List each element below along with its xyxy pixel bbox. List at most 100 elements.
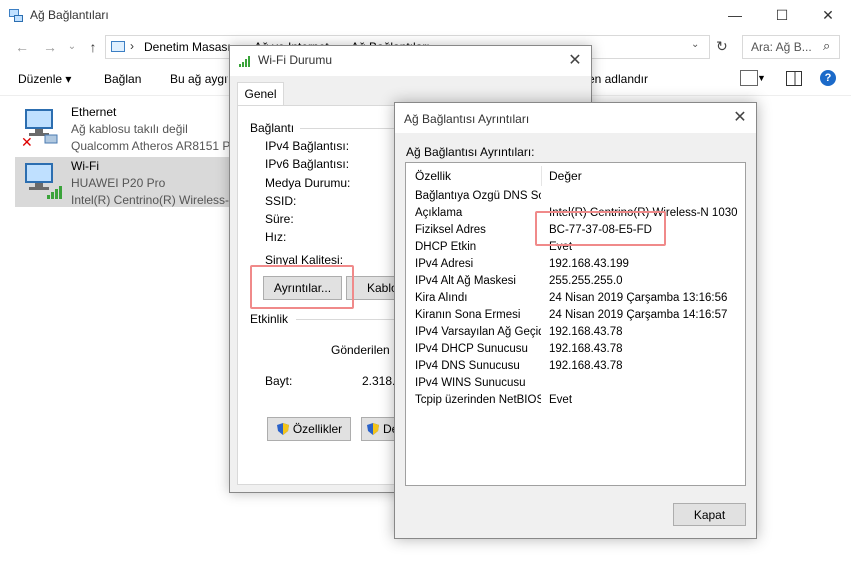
disable-button[interactable]: Devre Dışı Bırak [361, 417, 395, 441]
window-title: Ağ Bağlantıları [30, 8, 109, 22]
table-row[interactable]: Kira Alındı 24 Nisan 2019 Çarşamba 13:16:… [406, 291, 745, 308]
ethernet-adapter-icon: ✕ [21, 109, 58, 147]
view-options-icon[interactable] [740, 70, 758, 86]
search-input[interactable]: Ara: Ağ B... ⌕ [742, 35, 840, 59]
search-icon: ⌕ [823, 38, 831, 53]
bytes-label: Bayt: [265, 374, 293, 388]
signal-bars-icon [239, 56, 250, 67]
wifi-adapter-icon [25, 163, 62, 199]
preview-pane-icon[interactable] [786, 71, 802, 86]
connection-name: Ethernet [71, 105, 117, 119]
activity-group-label: Etkinlik [250, 312, 289, 326]
value-cell: 24 Nisan 2019 Çarşamba 14:16:57 [549, 309, 728, 321]
table-row[interactable]: IPv4 Varsayılan Ağ Geçidi 192.168.43.78 [406, 325, 745, 342]
speed-label: Hız: [265, 230, 287, 244]
tab-general[interactable]: Genel [237, 82, 284, 106]
status-bar [0, 556, 851, 567]
property-cell: DHCP Etkin [415, 241, 477, 253]
properties-button[interactable]: Özellikler [267, 417, 351, 441]
property-cell: Tcpip üzerinden NetBIOS Etkin [415, 394, 541, 406]
rename-button[interactable]: Bu bağlantıyı yeniden adlandır [592, 72, 648, 86]
property-cell: Kira Alındı [415, 292, 468, 304]
up-arrow-icon[interactable]: ↑ [83, 37, 103, 57]
highlight-box-details [250, 265, 354, 309]
column-header-value[interactable]: Değer [549, 169, 582, 183]
value-cell: Evet [549, 394, 573, 406]
connection-name: Wi-Fi [71, 159, 99, 173]
column-separator [541, 166, 542, 186]
dialog-title-bar: Ağ Bağlantısı Ayrıntıları ✕ [395, 103, 756, 133]
network-folder-icon [9, 9, 23, 22]
address-dropdown-icon[interactable]: ⌄ [691, 39, 699, 50]
value-cell: 192.168.43.199 [549, 258, 629, 270]
table-row[interactable]: IPv4 DNS Sunucusu 192.168.43.78 [406, 359, 745, 376]
property-cell: Açıklama [415, 207, 463, 219]
help-icon[interactable]: ? [820, 70, 836, 86]
bytes-sent-value: 2.318. [362, 374, 396, 388]
dialog-title: Wi-Fi Durumu [258, 53, 332, 67]
table-row[interactable]: IPv4 Alt Ağ Maskesi 255.255.255.0 [406, 274, 745, 291]
recent-chevron-icon[interactable]: ⌄ [62, 37, 82, 57]
maximize-button[interactable]: ☐ [759, 0, 805, 30]
value-cell: 255.255.255.0 [549, 275, 623, 287]
property-cell: IPv4 WINS Sunucusu [415, 377, 526, 389]
highlight-box-mac [535, 211, 666, 246]
table-row[interactable]: IPv4 DHCP Sunucusu 192.168.43.78 [406, 342, 745, 359]
value-cell: 192.168.43.78 [549, 360, 623, 372]
connection-status: Ağ kablosu takılı değil [71, 122, 188, 136]
value-cell: 192.168.43.78 [549, 326, 623, 338]
property-cell: IPv4 Alt Ağ Maskesi [415, 275, 516, 287]
ssid-label: SSID: [265, 194, 297, 208]
media-state-label: Medya Durumu: [265, 176, 351, 190]
svg-text:✕: ✕ [21, 135, 33, 147]
refresh-icon[interactable]: ↻ [716, 38, 728, 55]
admin-shield-icon [276, 423, 289, 435]
property-cell: IPv4 Varsayılan Ağ Geçidi [415, 326, 541, 338]
value-cell: 24 Nisan 2019 Çarşamba 13:16:56 [549, 292, 728, 304]
back-arrow-icon[interactable]: ← [12, 37, 32, 57]
details-subtitle: Ağ Bağlantısı Ayrıntıları: [406, 145, 535, 159]
duration-label: Süre: [265, 212, 294, 226]
close-button[interactable]: Kapat [673, 503, 746, 526]
organize-menu[interactable]: Düzenle ▾ [18, 72, 71, 86]
ipv6-connectivity-label: IPv6 Bağlantısı: [265, 157, 350, 171]
column-header-property[interactable]: Özellik [415, 169, 451, 183]
search-placeholder: Ara: Ağ B... [751, 40, 812, 54]
minimize-button[interactable]: — [712, 0, 758, 30]
connection-wifi[interactable]: Wi-Fi HUAWEI P20 Pro Intel(R) Centrino(R… [15, 157, 268, 207]
property-cell: Bağlantıya Özgü DNS Sonek [415, 190, 541, 202]
sent-label: Gönderilen [331, 343, 390, 357]
table-row[interactable]: IPv4 Adresi 192.168.43.199 [406, 257, 745, 274]
table-row[interactable]: Tcpip üzerinden NetBIOS Etkin Evet [406, 393, 745, 410]
property-cell: Kiranın Sona Ermesi [415, 309, 521, 321]
view-dropdown-icon[interactable]: ▼ [757, 73, 766, 83]
connection-ethernet[interactable]: ✕ Ethernet Ağ kablosu takılı değil Qualc… [15, 103, 344, 153]
title-bar: Ağ Bağlantıları — ☐ ✕ [0, 0, 851, 30]
connect-button[interactable]: Bağlan [104, 72, 141, 86]
connection-group-label: Bağlantı [250, 121, 295, 135]
diagnose-button[interactable]: Bu ağ aygıtını tanıla [170, 72, 228, 86]
property-cell: IPv4 Adresi [415, 258, 474, 270]
network-details-dialog: Ağ Bağlantısı Ayrıntıları ✕ Ağ Bağlantıs… [394, 102, 757, 539]
property-cell: Fiziksel Adres [415, 224, 486, 236]
dialog-title: Ağ Bağlantısı Ayrıntıları [404, 112, 530, 126]
forward-arrow-icon[interactable]: → [40, 37, 60, 57]
property-cell: IPv4 DHCP Sunucusu [415, 343, 528, 355]
dialog-title-bar: Wi-Fi Durumu ✕ [230, 46, 591, 76]
ipv4-connectivity-label: IPv4 Bağlantısı: [265, 139, 350, 153]
table-row[interactable]: Kiranın Sona Ermesi 24 Nisan 2019 Çarşamb… [406, 308, 745, 325]
breadcrumb-control-panel[interactable]: Denetim Masası [144, 40, 231, 54]
details-list-header: Özellik Değer [406, 163, 745, 189]
connection-status: HUAWEI P20 Pro [71, 176, 166, 190]
close-button[interactable]: ✕ [805, 0, 851, 30]
property-cell: IPv4 DNS Sunucusu [415, 360, 520, 372]
close-icon[interactable]: ✕ [728, 106, 752, 130]
close-icon[interactable]: ✕ [563, 49, 587, 73]
value-cell: 192.168.43.78 [549, 343, 623, 355]
properties-button-label: Özellikler [292, 422, 343, 436]
address-separator: › [130, 39, 134, 53]
table-row[interactable]: Bağlantıya Özgü DNS Sonek [406, 189, 745, 206]
control-panel-icon [111, 41, 125, 52]
table-row[interactable]: IPv4 WINS Sunucusu [406, 376, 745, 393]
admin-shield-icon [367, 423, 379, 435]
